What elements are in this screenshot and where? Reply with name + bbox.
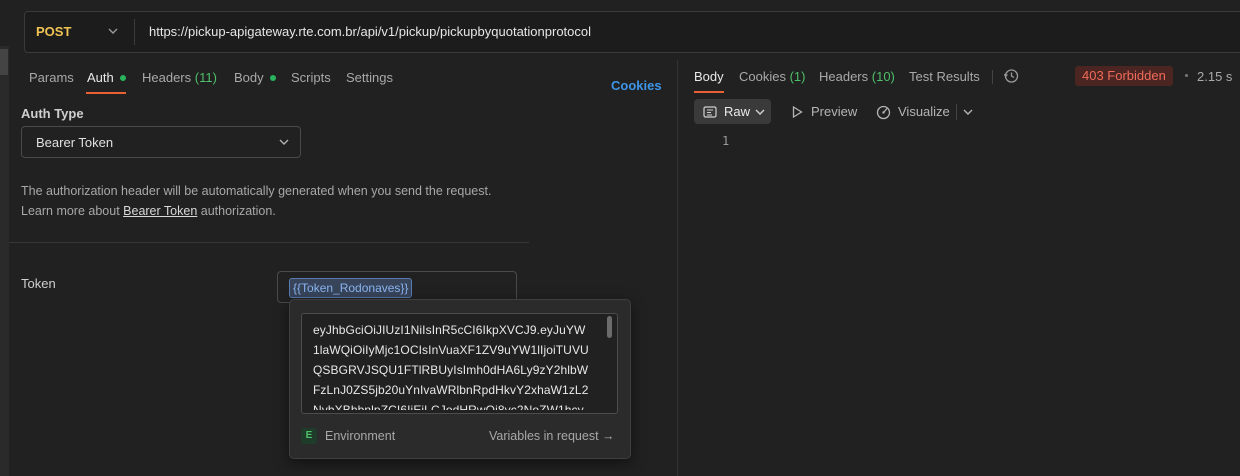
response-active-tab-indicator bbox=[694, 91, 724, 93]
pane-divider[interactable] bbox=[677, 60, 678, 476]
left-strip bbox=[0, 46, 9, 476]
response-tab-divider bbox=[992, 70, 993, 84]
visualize-icon[interactable] bbox=[876, 105, 891, 120]
history-icon[interactable] bbox=[1003, 68, 1019, 84]
tab-headers[interactable]: Headers (11) bbox=[142, 70, 217, 85]
visualize-divider bbox=[956, 104, 957, 120]
token-variable-chip[interactable]: {{Token_Rodonaves}} bbox=[289, 278, 413, 298]
auth-type-label: Auth Type bbox=[21, 106, 84, 121]
left-strip-marker bbox=[0, 49, 8, 75]
response-time[interactable]: 2.15 s bbox=[1197, 69, 1232, 84]
environment-badge: E bbox=[301, 428, 317, 444]
tab-auth-label: Auth bbox=[87, 70, 114, 85]
raw-label: Raw bbox=[724, 104, 751, 119]
url-input[interactable]: https://pickup-apigateway.rte.com.br/api… bbox=[149, 24, 591, 39]
value-line: eyJhbGciOiJIUzI1NiIsInR5cCI6IkpXVCJ9.eyJ… bbox=[313, 323, 586, 337]
environment-label: Environment bbox=[325, 429, 396, 443]
variables-in-request-link[interactable]: Variables in request → bbox=[489, 429, 615, 443]
headers-count: (11) bbox=[194, 70, 217, 85]
auth-learn-more: Learn more about Bearer Token authorizat… bbox=[21, 204, 276, 218]
learn-more-prefix: Learn more about bbox=[21, 204, 124, 218]
learn-more-suffix: authorization. bbox=[197, 204, 276, 218]
chevron-down-icon[interactable] bbox=[961, 105, 975, 119]
auth-description: The authorization header will be automat… bbox=[21, 184, 492, 198]
status-separator-dot bbox=[1185, 74, 1188, 77]
visualize-button[interactable]: Visualize bbox=[898, 104, 950, 119]
value-line: 1laWQiOiIyMjc1OCIsInVuaXF1ZV9uYW1lIjoiTU… bbox=[313, 343, 589, 357]
tab-scripts[interactable]: Scripts bbox=[291, 70, 331, 85]
method-select[interactable]: POST bbox=[36, 24, 71, 39]
chevron-down-icon[interactable] bbox=[106, 24, 120, 38]
tab-params[interactable]: Params bbox=[29, 70, 74, 85]
token-label: Token bbox=[21, 276, 56, 291]
tab-auth[interactable]: Auth bbox=[87, 70, 126, 85]
value-line: NybXBhbnlpZCI6IjEiLCJodHRwOi8vc2NoZW1hcy bbox=[313, 403, 584, 410]
url-divider bbox=[134, 19, 135, 45]
line-number: 1 bbox=[722, 134, 730, 148]
value-line: FzLnJ0ZS5jb20uYnIvaWRlbnRpdHkvY2xhaW1zL2 bbox=[313, 383, 589, 397]
bearer-token-link[interactable]: Bearer Token bbox=[123, 204, 197, 218]
response-tab-headers[interactable]: Headers (10) bbox=[819, 69, 895, 84]
active-tab-indicator bbox=[86, 92, 126, 94]
response-tab-test-results[interactable]: Test Results bbox=[909, 69, 980, 84]
section-divider bbox=[9, 242, 529, 243]
play-icon[interactable] bbox=[790, 105, 804, 119]
response-tab-body[interactable]: Body bbox=[694, 69, 724, 84]
auth-active-dot bbox=[119, 75, 126, 81]
popover-scrollbar[interactable] bbox=[607, 316, 612, 338]
status-badge[interactable]: 403 Forbidden bbox=[1075, 66, 1173, 86]
tab-body[interactable]: Body bbox=[234, 70, 276, 85]
response-cookies-count: (1) bbox=[789, 69, 806, 84]
chevron-down-icon bbox=[755, 109, 765, 115]
tab-settings[interactable]: Settings bbox=[346, 70, 393, 85]
response-headers-count: (10) bbox=[871, 69, 895, 84]
body-active-dot bbox=[269, 75, 276, 81]
response-cookies-label: Cookies bbox=[739, 69, 786, 84]
auth-type-value: Bearer Token bbox=[36, 135, 114, 150]
response-headers-label: Headers bbox=[819, 69, 869, 84]
response-tab-cookies[interactable]: Cookies (1) bbox=[739, 69, 805, 84]
value-line: QSBGRVJSQU1FTlRBUyIsImh0dHA6Ly9zY2hlbW bbox=[313, 363, 589, 377]
raw-text-icon bbox=[703, 106, 717, 118]
tab-body-label: Body bbox=[234, 70, 264, 85]
variable-value-text: eyJhbGciOiJIUzI1NiIsInR5cCI6IkpXVCJ9.eyJ… bbox=[313, 320, 603, 410]
tab-headers-label: Headers bbox=[142, 70, 192, 85]
chevron-down-icon bbox=[279, 139, 289, 145]
preview-button[interactable]: Preview bbox=[811, 104, 857, 119]
cookies-link[interactable]: Cookies bbox=[611, 78, 662, 93]
